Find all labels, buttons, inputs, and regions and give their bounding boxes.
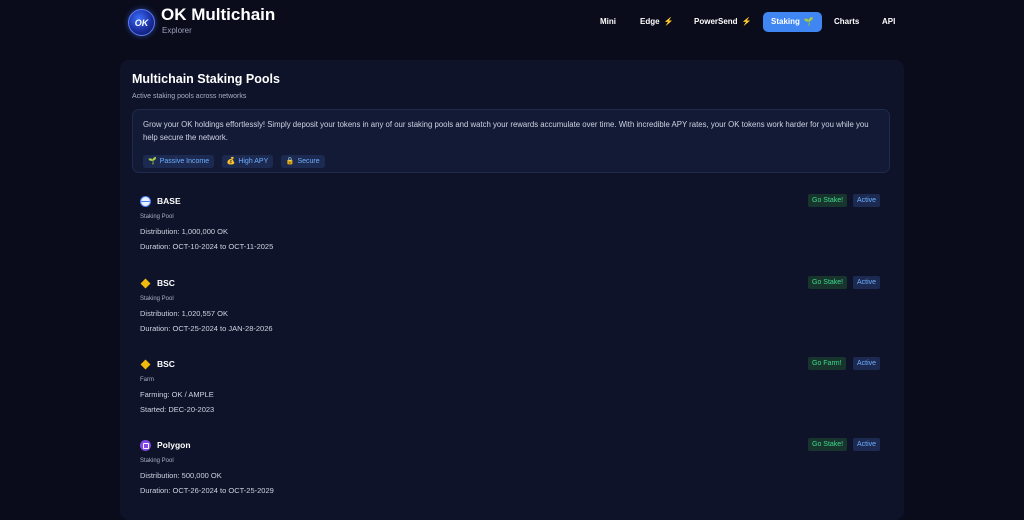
nav-item-powersend[interactable]: PowerSend ⚡ [694,12,752,32]
pool-duration: Duration: OCT-10-2024 to OCT-11-2025 [140,242,274,251]
nav-item-charts[interactable]: Charts [834,12,859,32]
pool-item: BSC Farm Farming: OK / AMPLE Started: DE… [140,357,882,432]
status-badge: Active [853,357,881,370]
go-stake-button[interactable]: Go Stake! [808,438,848,451]
lightning-icon: ⚡ [663,17,674,26]
pool-name: Polygon [157,440,191,450]
page-title: Multichain Staking Pools [132,72,280,86]
header: OK OK Multichain Explorer Mini Edge ⚡ Pow… [0,0,1024,52]
base-chain-icon [140,196,151,207]
nav-label: Mini [600,17,616,26]
pool-distribution: Distribution: 1,000,000 OK [140,227,228,236]
bsc-chain-icon [140,278,151,289]
pool-item: BASE Staking Pool Distribution: 1,000,00… [140,194,882,269]
tag-label: High APY [238,158,269,165]
tag-secure: 🔒 Secure [280,155,325,168]
go-stake-button[interactable]: Go Stake! [808,194,848,207]
pool-type: Staking Pool [140,458,174,464]
pool-duration: Duration: OCT-26-2024 to OCT-25-2029 [140,486,274,495]
nav-label: PowerSend [694,17,738,26]
pool-type: Staking Pool [140,296,174,302]
pool-type: Farm [140,377,154,383]
logo-text: OK [134,17,149,28]
nav-item-mini[interactable]: Mini [600,12,616,32]
go-farm-button[interactable]: Go Farm! [808,357,846,370]
lock-icon: 🔒 [285,158,295,165]
status-badge: Active [853,276,881,289]
nav-label: Charts [834,17,860,26]
nav-item-api[interactable]: API [882,12,895,32]
go-stake-button[interactable]: Go Stake! [808,276,848,289]
pool-name: BASE [157,196,181,206]
status-badge: Active [853,194,881,207]
pool-type: Staking Pool [140,214,174,220]
money-bag-icon: 💰 [226,158,236,165]
pool-duration: Duration: OCT-25-2024 to JAN-28-2026 [140,324,273,333]
intro-text: Grow your OK holdings effortlessly! Simp… [143,120,869,142]
nav-label: API [882,17,896,26]
lightning-icon: ⚡ [741,17,752,26]
nav-label: Staking [771,17,800,26]
sprout-icon: 🌱 [148,158,157,165]
pool-name: BSC [157,359,175,369]
tag-passive-income: 🌱 Passive Income [143,155,215,168]
nav-item-staking[interactable]: Staking 🌱 [763,12,822,32]
pool-started: Started: DEC-20-2023 [140,405,215,414]
brand-title[interactable]: OK Multichain [161,5,275,25]
feature-tags: 🌱 Passive Income 💰 High APY 🔒 Secure [143,150,328,168]
page-subtitle: Active staking pools across networks [132,93,247,100]
sprout-icon: 🌱 [803,17,814,26]
bsc-chain-icon [140,359,151,370]
brand-logo-icon[interactable]: OK [128,9,155,36]
pool-distribution: Distribution: 500,000 OK [140,471,222,480]
nav-label: Edge [640,17,660,26]
pool-item: BSC Staking Pool Distribution: 1,020,557… [140,276,882,351]
intro-panel: Grow your OK holdings effortlessly! Simp… [132,109,890,173]
tag-label: Passive Income [159,158,210,165]
pool-item: Polygon Staking Pool Distribution: 500,0… [140,438,882,513]
tag-high-apy: 💰 High APY [221,155,274,168]
pool-farming-pair: Farming: OK / AMPLE [140,390,214,399]
pool-name: BSC [157,278,175,288]
nav-item-edge[interactable]: Edge ⚡ [640,12,674,32]
status-badge: Active [853,438,881,451]
tag-label: Secure [297,158,320,165]
brand-subtitle: Explorer [162,26,192,35]
staking-pools-card: Multichain Staking Pools Active staking … [120,60,904,520]
polygon-chain-icon [140,440,151,451]
pool-distribution: Distribution: 1,020,557 OK [140,309,228,318]
